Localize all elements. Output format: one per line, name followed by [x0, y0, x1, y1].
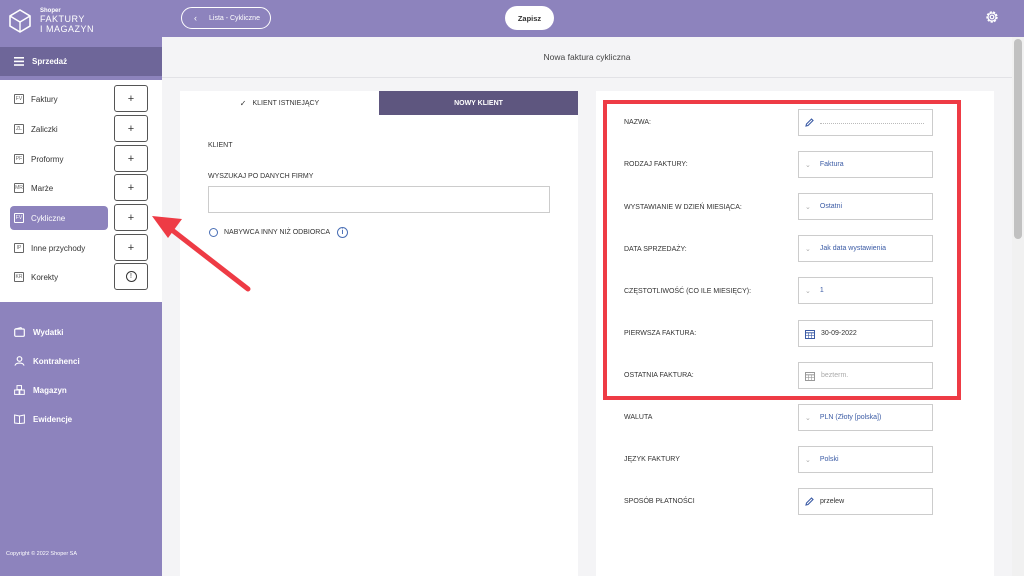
- annotation-arrow: [152, 216, 251, 292]
